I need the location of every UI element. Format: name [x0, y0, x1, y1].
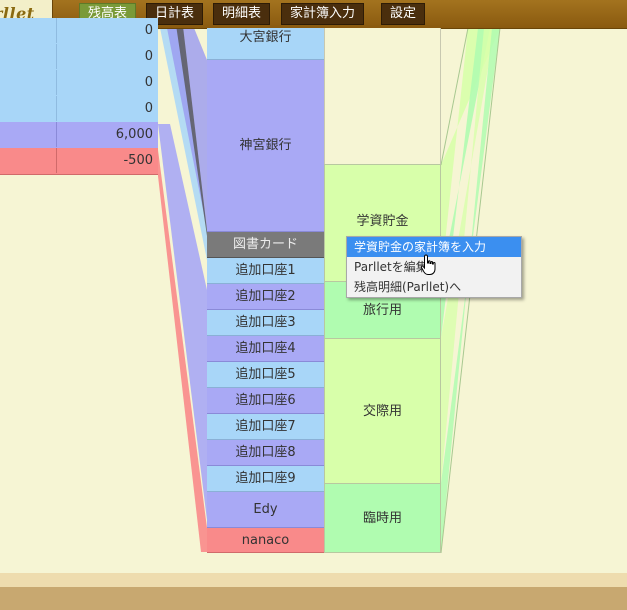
account-book-card[interactable]: 図書カード: [207, 232, 324, 258]
table-row: 0: [0, 44, 158, 71]
account-extra-5[interactable]: 追加口座5: [207, 362, 324, 388]
balance-value: 0: [144, 23, 153, 38]
table-row: 0: [0, 96, 158, 123]
balance-value: 0: [144, 75, 153, 90]
account-omiya-bank[interactable]: 大宮銀行: [207, 28, 324, 60]
balance-value: 0: [144, 101, 153, 116]
account-extra-9[interactable]: 追加口座9: [207, 466, 324, 492]
account-extra-3[interactable]: 追加口座3: [207, 310, 324, 336]
tab-settings[interactable]: 設定: [381, 3, 426, 25]
account-extra-4[interactable]: 追加口座4: [207, 336, 324, 362]
table-row: 0: [0, 70, 158, 97]
table-row: 0: [0, 18, 158, 45]
table-row: 6,000: [0, 122, 158, 149]
menu-item-balance-detail[interactable]: 残高明細(Parllet)へ: [347, 277, 521, 297]
account-jingu-bank[interactable]: 神宮銀行: [207, 60, 324, 232]
account-extra-6[interactable]: 追加口座6: [207, 388, 324, 414]
account-extra-7[interactable]: 追加口座7: [207, 414, 324, 440]
hand-pointer-icon: [420, 254, 436, 275]
balance-value: -500: [123, 153, 153, 168]
balance-value: 0: [144, 49, 153, 64]
account-extra-1[interactable]: 追加口座1: [207, 258, 324, 284]
purpose-social[interactable]: 交際用: [324, 338, 441, 484]
account-nanaco[interactable]: nanaco: [207, 528, 324, 553]
tab-household-input[interactable]: 家計簿入力: [281, 3, 365, 25]
account-extra-8[interactable]: 追加口座8: [207, 440, 324, 466]
tab-detail[interactable]: 明細表: [213, 3, 271, 25]
purpose-empty-area: [324, 28, 441, 165]
purpose-temporary[interactable]: 臨時用: [324, 483, 441, 553]
footer-band: [0, 573, 627, 587]
balance-value: 6,000: [115, 127, 153, 142]
table-row: -500: [0, 148, 158, 175]
account-extra-2[interactable]: 追加口座2: [207, 284, 324, 310]
account-edy[interactable]: Edy: [207, 492, 324, 528]
footer-bar: [0, 587, 627, 610]
